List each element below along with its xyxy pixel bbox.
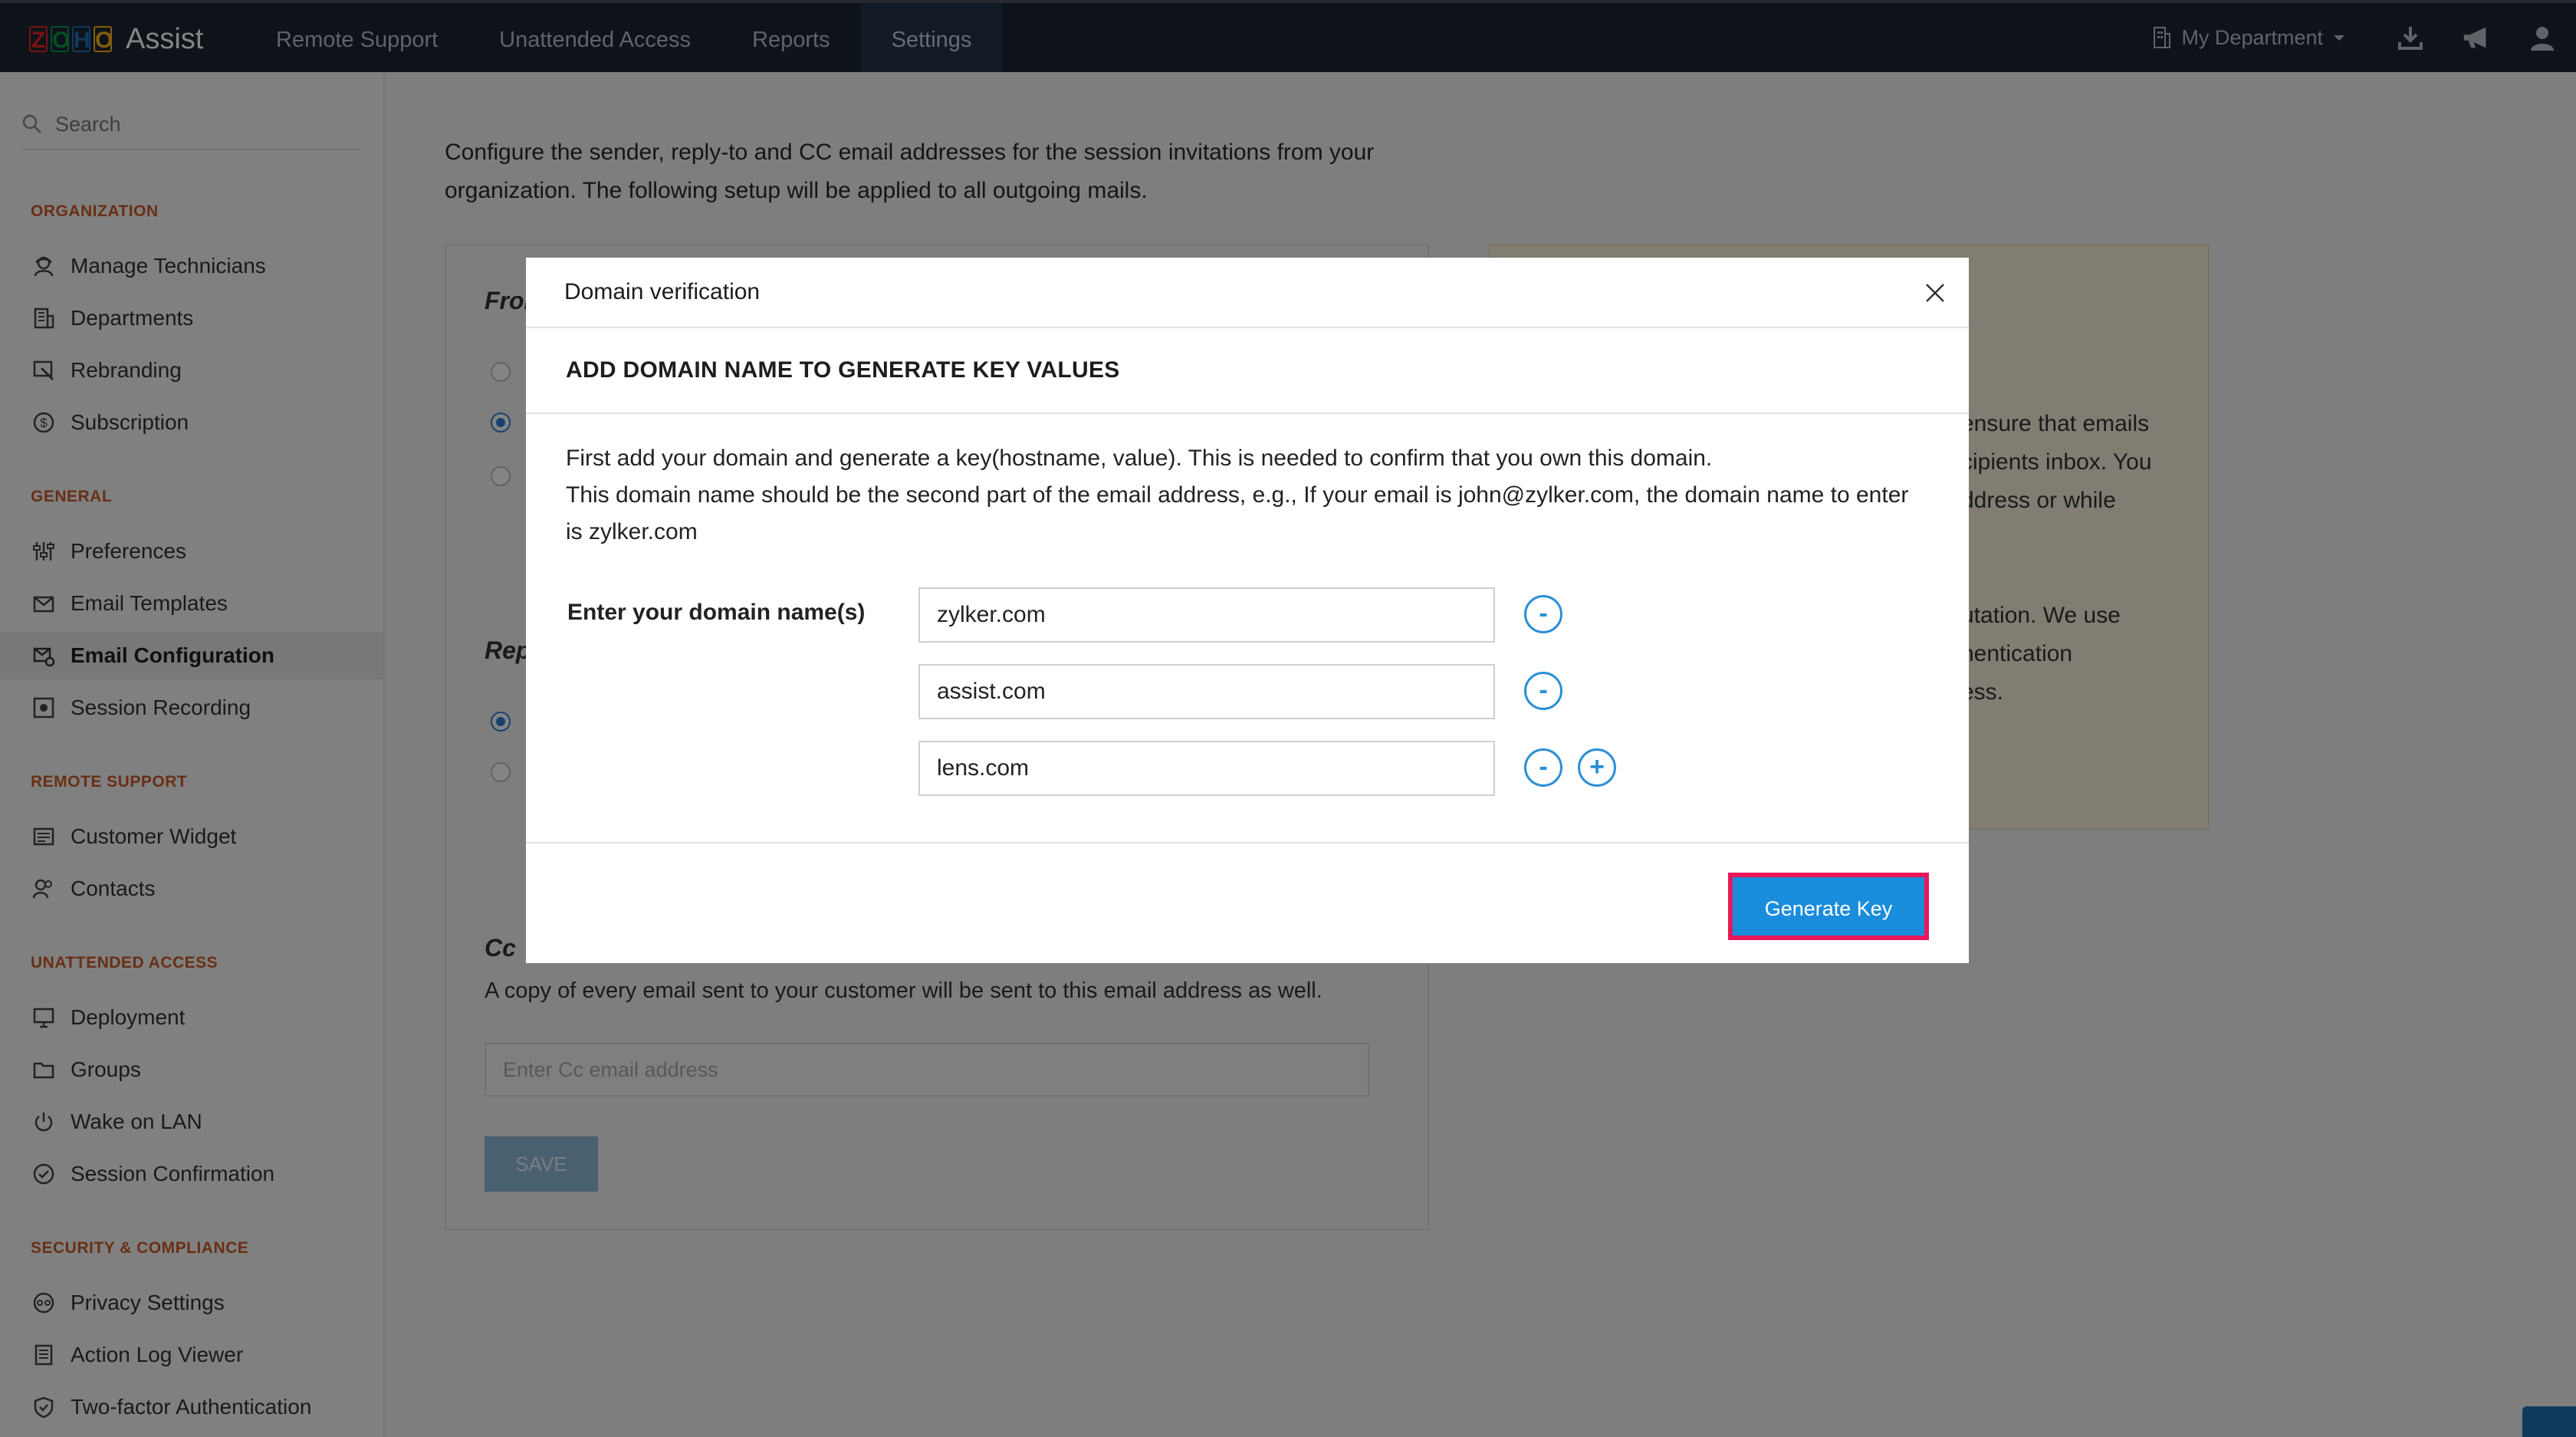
domain-input-2[interactable] — [918, 664, 1495, 719]
dialog-title: Domain verification — [564, 279, 761, 304]
dialog-footer: Generate Key — [526, 842, 1969, 963]
domain-input-3[interactable] — [918, 741, 1495, 796]
dialog-header: Domain verification — [526, 258, 1969, 328]
domain-verification-dialog: Domain verification ADD DOMAIN NAME TO G… — [526, 258, 1969, 963]
remove-domain-button-1[interactable]: - — [1524, 595, 1562, 633]
remove-domain-button-2[interactable]: - — [1524, 672, 1562, 710]
dialog-description-line: This domain name should be the second pa… — [566, 482, 1909, 544]
domain-name-label: Enter your domain name(s) — [567, 600, 866, 625]
dialog-description: First add your domain and generate a key… — [526, 414, 1969, 551]
generate-key-button[interactable]: Generate Key — [1728, 873, 1929, 940]
domain-input-1[interactable] — [918, 587, 1495, 643]
add-domain-button[interactable]: + — [1578, 748, 1616, 787]
dialog-subtitle: ADD DOMAIN NAME TO GENERATE KEY VALUES — [526, 328, 1969, 414]
remove-domain-button-3[interactable]: - — [1524, 748, 1562, 787]
close-icon[interactable] — [1915, 273, 1955, 313]
dialog-description-line: First add your domain and generate a key… — [566, 446, 1713, 471]
